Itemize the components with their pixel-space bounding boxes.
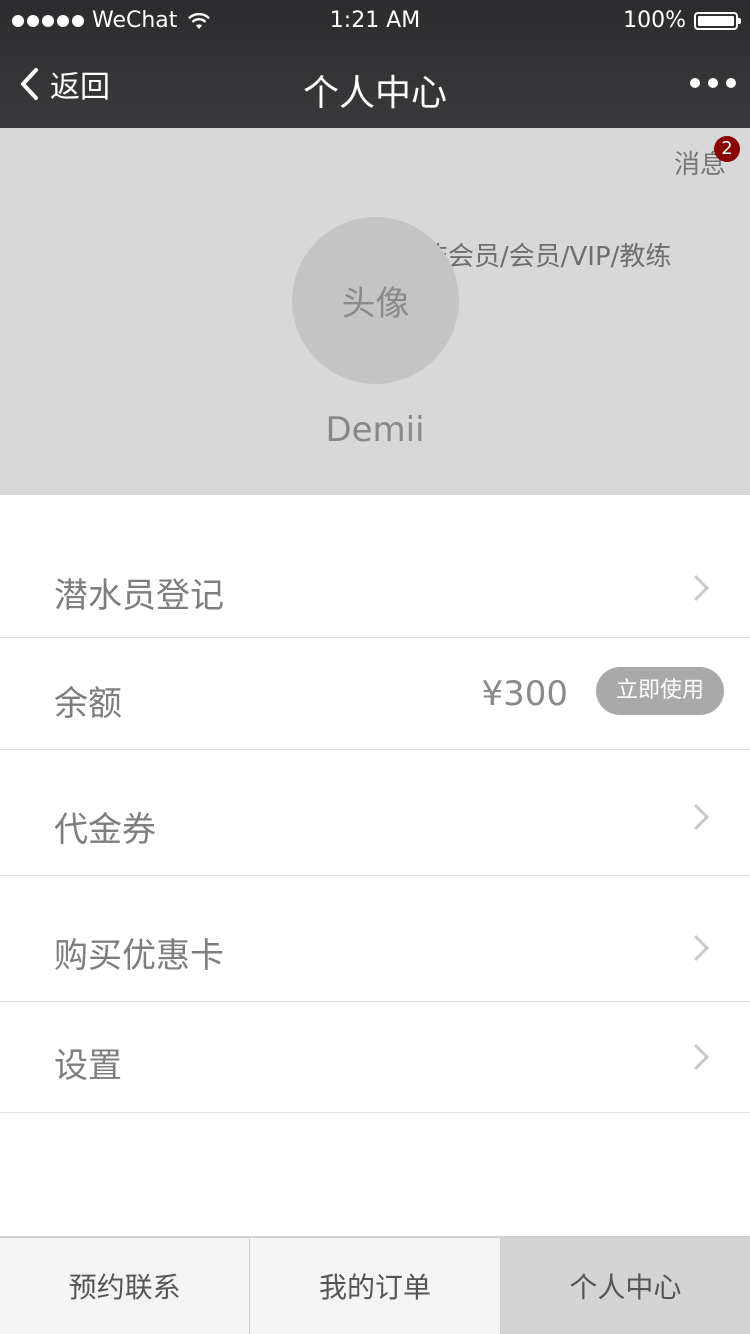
list-item-diver-register[interactable]: 潜水员登记 [0, 540, 750, 638]
top-bar: WeChat 1:21 AM 100% 返回 个人中心 [0, 0, 750, 128]
battery-icon [694, 11, 741, 30]
balance-amount: ¥300 [481, 674, 568, 714]
navigation-bar: 返回 个人中心 [0, 40, 750, 128]
chevron-right-icon [693, 574, 710, 602]
diver-register-label: 潜水员登记 [54, 576, 224, 616]
tab-personal-center[interactable]: 个人中心 [500, 1238, 750, 1334]
use-now-button[interactable]: 立即使用 [596, 667, 724, 715]
more-menu-icon[interactable] [690, 78, 736, 88]
chevron-right-icon [693, 934, 710, 962]
avatar[interactable]: 头像 [292, 217, 459, 384]
profile-header: 消息 2 非会员/会员/VIP/教练 头像 Demii [0, 128, 750, 495]
list-item-buy-card[interactable]: 购买优惠卡 [0, 876, 750, 1002]
list-item-settings[interactable]: 设置 [0, 1002, 750, 1113]
chevron-right-icon [693, 803, 710, 831]
battery-status: 100% [623, 8, 741, 33]
battery-percent: 100% [623, 8, 686, 33]
balance-label: 余额 [54, 684, 122, 724]
tab-booking-contact[interactable]: 预约联系 [0, 1238, 251, 1334]
status-bar: WeChat 1:21 AM 100% [0, 0, 750, 40]
list-item-balance: 余额 ¥300 立即使用 [0, 638, 750, 750]
member-type-label: 非会员/会员/VIP/教练 [422, 242, 672, 272]
buy-card-label: 购买优惠卡 [54, 936, 224, 976]
page-title: 个人中心 [302, 73, 447, 114]
messages-badge: 2 [714, 136, 740, 162]
avatar-label: 头像 [341, 284, 410, 324]
list-item-vouchers[interactable]: 代金券 [0, 750, 750, 876]
chevron-right-icon [693, 1043, 710, 1071]
vouchers-label: 代金券 [54, 810, 156, 850]
settings-label: 设置 [54, 1046, 122, 1086]
tab-my-orders[interactable]: 我的订单 [250, 1238, 501, 1334]
tab-bar: 预约联系 我的订单 个人中心 [0, 1236, 750, 1334]
username: Demii [325, 410, 425, 450]
